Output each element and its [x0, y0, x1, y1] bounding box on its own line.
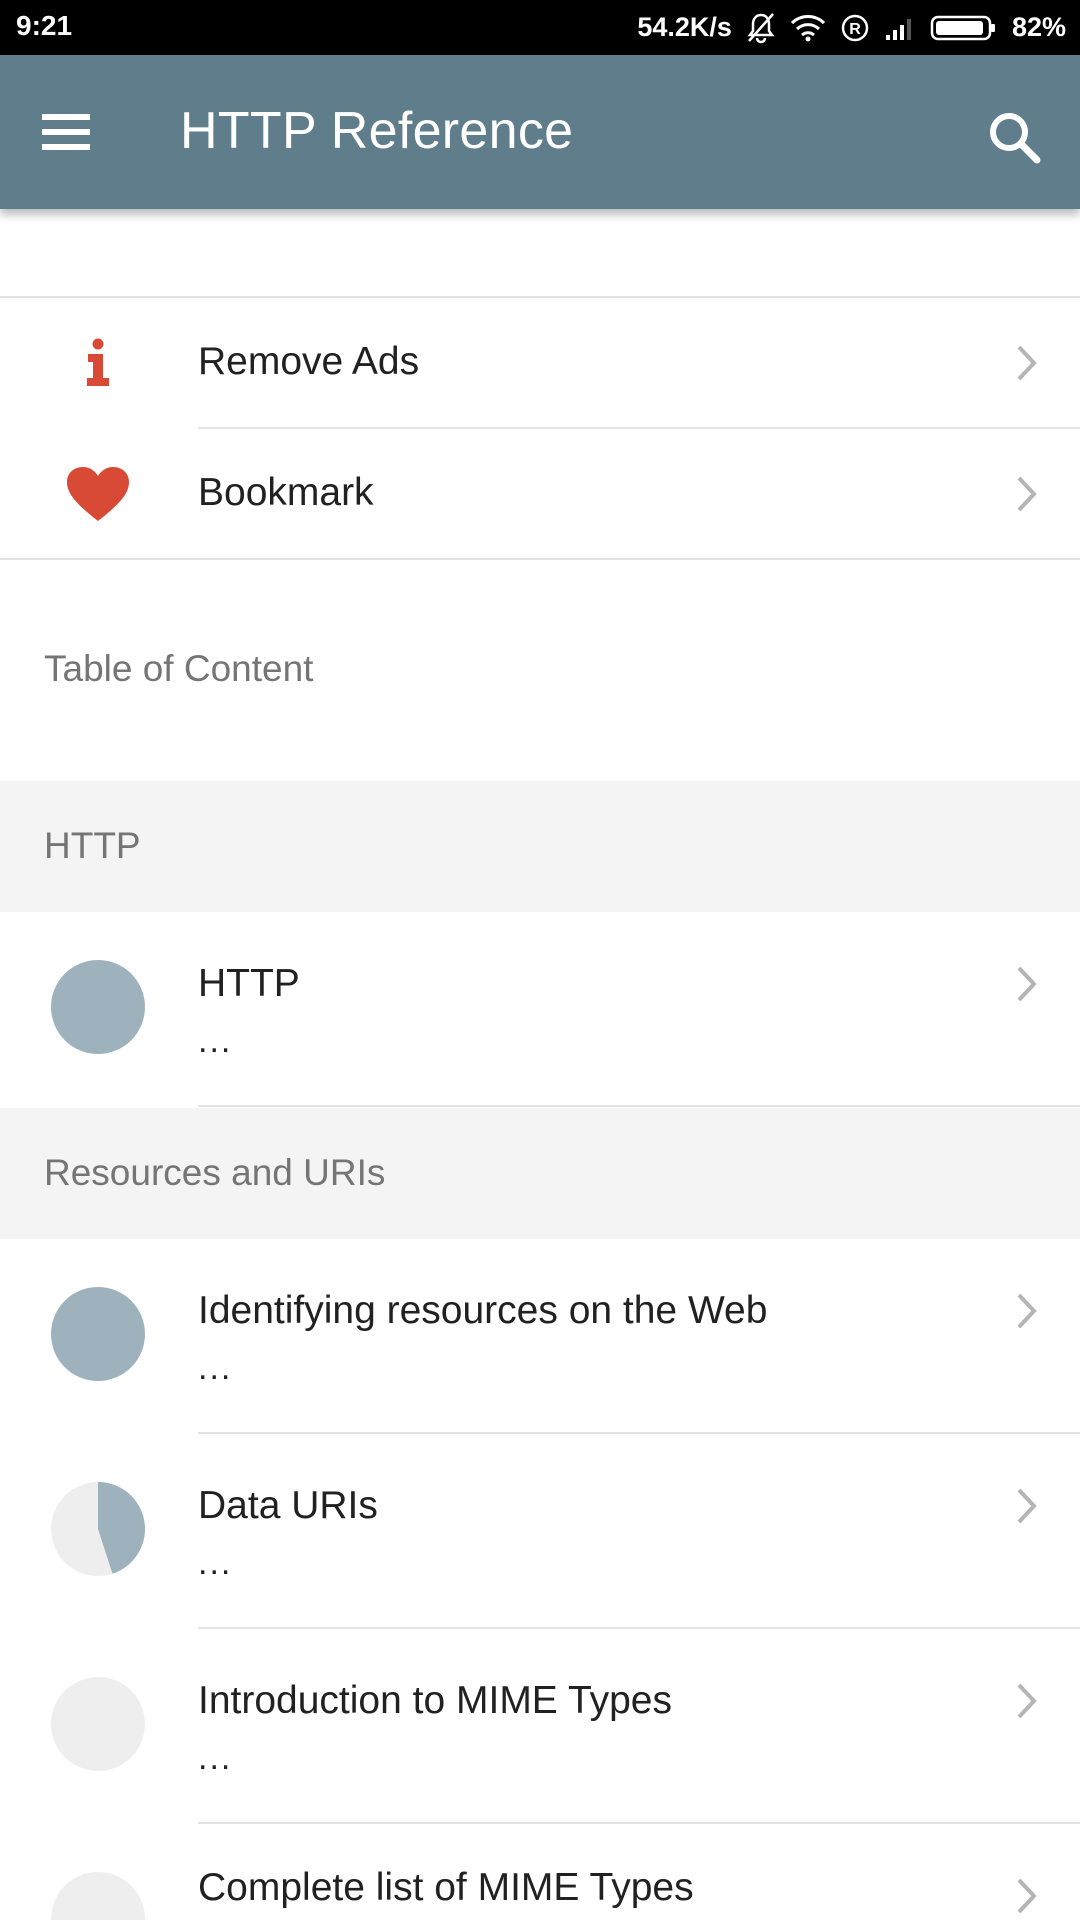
- chevron-right-icon: [1017, 1683, 1037, 1719]
- bookmark-row[interactable]: Bookmark: [0, 429, 1080, 559]
- heart-icon: [67, 467, 129, 521]
- hamburger-menu-icon: [42, 114, 90, 150]
- toc-item-identifying-resources[interactable]: Identifying resources on the Web ...: [0, 1239, 1080, 1433]
- toc-item-complete-mime-list[interactable]: Complete list of MIME Types: [0, 1824, 1080, 1920]
- divider: [0, 558, 1080, 560]
- section-header-resources: Resources and URIs: [0, 1108, 1080, 1239]
- registered-icon: R: [840, 13, 870, 43]
- remove-ads-label: Remove Ads: [198, 340, 420, 383]
- progress-fill: [51, 1287, 145, 1381]
- app-bar: HTTP Reference: [0, 55, 1080, 209]
- menu-button[interactable]: [36, 105, 96, 159]
- progress-track: [51, 1677, 145, 1771]
- chevron-right-icon: [1017, 1293, 1037, 1329]
- network-speed: 54.2K/s: [637, 12, 732, 42]
- toc-item-data-uris[interactable]: Data URIs ...: [0, 1434, 1080, 1628]
- progress-indicator: [51, 1482, 145, 1576]
- remove-ads-row[interactable]: Remove Ads: [0, 298, 1080, 428]
- item-subtitle: ...: [198, 1349, 233, 1387]
- battery-percent: 82%: [1011, 12, 1066, 42]
- app-title: HTTP Reference: [180, 102, 574, 160]
- item-title: Identifying resources on the Web: [198, 1289, 768, 1332]
- item-title: HTTP: [198, 962, 300, 1005]
- item-subtitle: ...: [198, 1544, 233, 1582]
- item-title: Introduction to MIME Types: [198, 1679, 672, 1722]
- search-icon: [990, 113, 1041, 164]
- progress-fill: [51, 960, 145, 1054]
- chevron-right-icon: [1017, 345, 1037, 381]
- chevron-right-icon: [1017, 1878, 1037, 1914]
- chevron-right-icon: [1017, 966, 1037, 1002]
- status-right-group: 54.2K/s R 82%: [637, 0, 1066, 55]
- mute-bell-icon: [746, 12, 776, 44]
- item-subtitle: ...: [198, 1739, 233, 1777]
- chevron-right-icon: [1017, 476, 1037, 512]
- search-button[interactable]: [982, 105, 1046, 169]
- section-title: Resources and URIs: [44, 1152, 386, 1193]
- progress-indicator: [51, 960, 145, 1054]
- status-time: 9:21: [16, 10, 73, 41]
- item-title: Data URIs: [198, 1484, 378, 1527]
- progress-indicator: [51, 1872, 145, 1920]
- svg-text:R: R: [849, 21, 861, 38]
- item-subtitle: ...: [198, 1022, 233, 1060]
- progress-indicator: [51, 1677, 145, 1771]
- toc-heading: Table of Content: [44, 648, 314, 689]
- chevron-right-icon: [1017, 1488, 1037, 1524]
- signal-icon: [884, 15, 916, 41]
- battery-icon: [930, 14, 998, 42]
- status-bar: 9:21 54.2K/s R 82%: [0, 0, 1080, 55]
- divider: [198, 1105, 1080, 1107]
- progress-indicator: [51, 1287, 145, 1381]
- info-icon: [87, 338, 109, 386]
- section-title: HTTP: [44, 825, 141, 866]
- toc-item-http[interactable]: HTTP ...: [0, 912, 1080, 1106]
- bookmark-label: Bookmark: [198, 471, 374, 514]
- wifi-icon: [790, 14, 826, 42]
- toc-item-intro-mime-types[interactable]: Introduction to MIME Types ...: [0, 1629, 1080, 1823]
- progress-track: [51, 1872, 145, 1920]
- section-header-http: HTTP: [0, 781, 1080, 912]
- item-title: Complete list of MIME Types: [198, 1866, 694, 1909]
